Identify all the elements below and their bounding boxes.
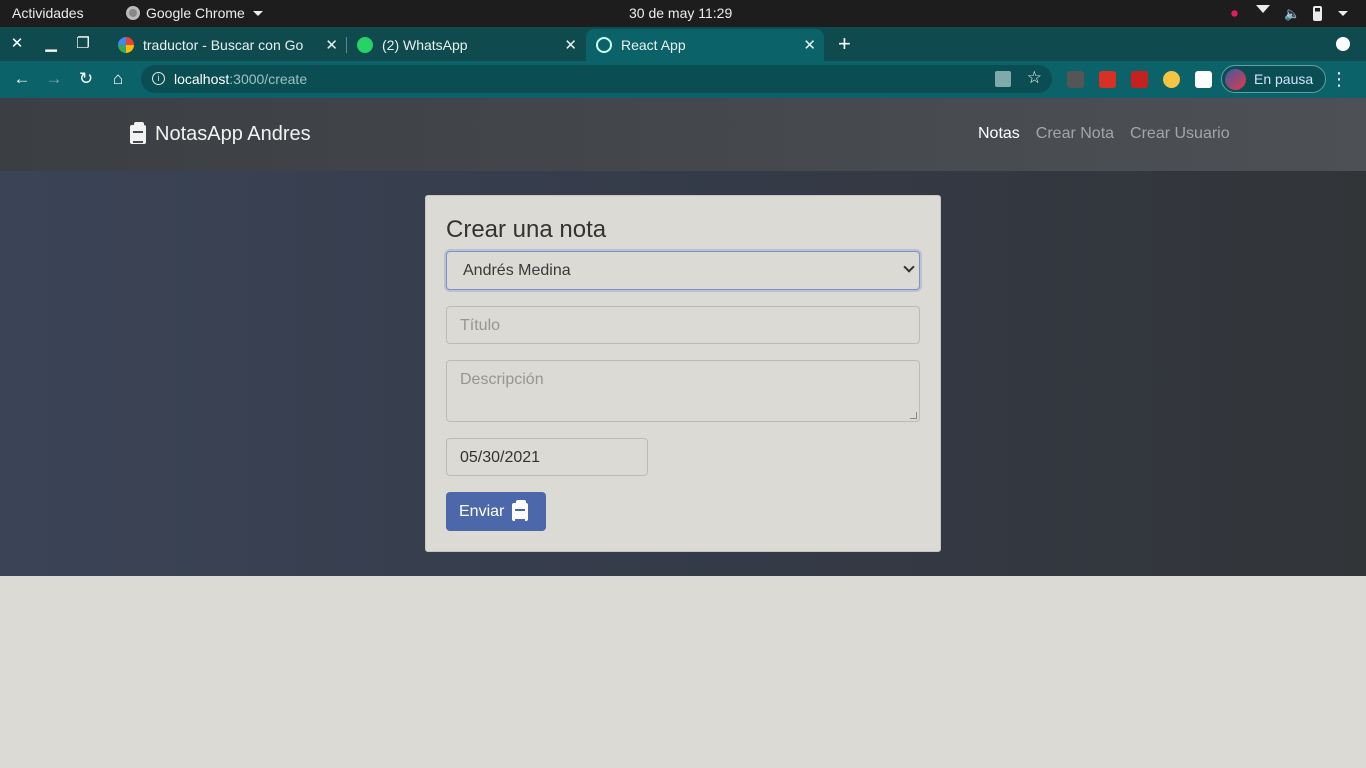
restore-window-icon[interactable]: ❐ — [74, 35, 92, 53]
tab-strip: ✕ ▁ ❐ traductor - Buscar con Go ✕ (2) Wh… — [0, 27, 1366, 61]
app-navbar: NotasApp Andres Notas Crear Nota Crear U… — [0, 98, 1366, 171]
title-input[interactable]: Título — [446, 306, 920, 344]
address-bar[interactable]: i localhost:3000/create ☆ — [141, 65, 1052, 93]
tab-title: React App — [621, 37, 686, 53]
date-picker[interactable]: 05/30/2021 — [446, 438, 648, 476]
tab-react-app[interactable]: React App ✕ — [586, 29, 824, 61]
browser-toolbar: ← → ↻ ⌂ i localhost:3000/create ☆ En pau… — [0, 61, 1366, 98]
close-tab-icon[interactable]: ✕ — [564, 36, 577, 54]
avatar — [1225, 69, 1246, 90]
new-tab-icon[interactable]: + — [838, 31, 851, 57]
close-window-icon[interactable]: ✕ — [8, 35, 26, 53]
tab-title: (2) WhatsApp — [382, 37, 468, 53]
react-icon — [596, 37, 612, 53]
brand-text: NotasApp Andres — [155, 123, 311, 145]
chevron-down-icon — [903, 261, 915, 273]
extension-mega-icon[interactable] — [1099, 71, 1116, 88]
google-icon — [118, 37, 134, 53]
close-tab-icon[interactable]: ✕ — [803, 36, 816, 54]
extension-emoji-icon[interactable] — [1163, 71, 1180, 88]
chrome-icon — [126, 6, 140, 20]
extension-red-icon[interactable] — [1131, 71, 1148, 88]
resize-handle-icon[interactable] — [910, 412, 917, 419]
tab-search-icon[interactable] — [1336, 37, 1350, 51]
title-placeholder: Título — [460, 317, 501, 334]
caret-down-icon — [252, 10, 263, 16]
nav-links: Notas Crear Nota Crear Usuario — [978, 125, 1230, 143]
tab-title: traductor - Buscar con Go — [143, 37, 304, 53]
clipboard-icon — [130, 122, 146, 144]
whatsapp-icon — [357, 37, 373, 53]
forward-icon[interactable]: → — [43, 68, 65, 90]
create-note-card: Crear una nota Andrés Medina Título Desc… — [425, 195, 941, 552]
clipboard-icon — [512, 499, 529, 521]
form-heading: Crear una nota — [446, 216, 607, 243]
system-tray[interactable]: 🔈 — [1227, 5, 1348, 21]
page-viewport: NotasApp Andres Notas Crear Nota Crear U… — [0, 98, 1366, 768]
submit-button[interactable]: Enviar — [446, 492, 546, 531]
date-value: 05/30/2021 — [460, 449, 541, 466]
user-select-value: Andrés Medina — [463, 262, 571, 279]
extensions-puzzle-icon[interactable] — [1195, 71, 1212, 88]
os-top-bar: Actividades Google Chrome 30 de may 11:2… — [0, 0, 1366, 27]
site-info-icon[interactable]: i — [152, 72, 165, 85]
url-path: :3000/create — [229, 71, 308, 87]
user-select[interactable]: Andrés Medina — [446, 251, 920, 290]
app-menu[interactable]: Google Chrome — [126, 5, 263, 21]
close-tab-icon[interactable]: ✕ — [325, 36, 338, 54]
slack-icon[interactable] — [1227, 5, 1242, 21]
url-text[interactable]: localhost:3000/create — [174, 71, 307, 87]
wifi-icon[interactable] — [1256, 5, 1270, 21]
minimize-window-icon[interactable]: ▁ — [42, 35, 60, 53]
volume-icon[interactable]: 🔈 — [1284, 6, 1300, 21]
description-textarea[interactable]: Descripción — [446, 360, 920, 422]
app-name: Google Chrome — [146, 5, 245, 21]
chrome-menu-icon[interactable]: ⋮ — [1330, 69, 1348, 90]
tray-menu-icon[interactable] — [1338, 10, 1348, 16]
description-placeholder: Descripción — [460, 371, 544, 388]
profile-button[interactable]: En pausa — [1221, 65, 1326, 93]
nav-link-crear-usuario[interactable]: Crear Usuario — [1130, 125, 1230, 143]
clock[interactable]: 30 de may 11:29 — [629, 5, 732, 21]
submit-label: Enviar — [459, 502, 505, 520]
profile-label: En pausa — [1254, 71, 1314, 87]
url-host: localhost — [174, 71, 230, 87]
tab-google-search[interactable]: traductor - Buscar con Go ✕ — [108, 29, 346, 61]
brand-link[interactable]: NotasApp Andres — [130, 122, 311, 146]
extension-glasses-icon[interactable] — [1067, 71, 1084, 88]
activities-button[interactable]: Actividades — [12, 5, 84, 21]
reload-icon[interactable]: ↻ — [75, 68, 97, 90]
translate-icon[interactable] — [995, 71, 1011, 87]
bookmark-star-icon[interactable]: ☆ — [1027, 68, 1042, 88]
tab-whatsapp[interactable]: (2) WhatsApp ✕ — [347, 29, 585, 61]
nav-link-notas[interactable]: Notas — [978, 125, 1020, 143]
home-icon[interactable]: ⌂ — [107, 68, 129, 90]
nav-link-crear-nota[interactable]: Crear Nota — [1036, 125, 1114, 143]
battery-icon[interactable] — [1313, 5, 1322, 21]
back-icon[interactable]: ← — [11, 68, 33, 90]
